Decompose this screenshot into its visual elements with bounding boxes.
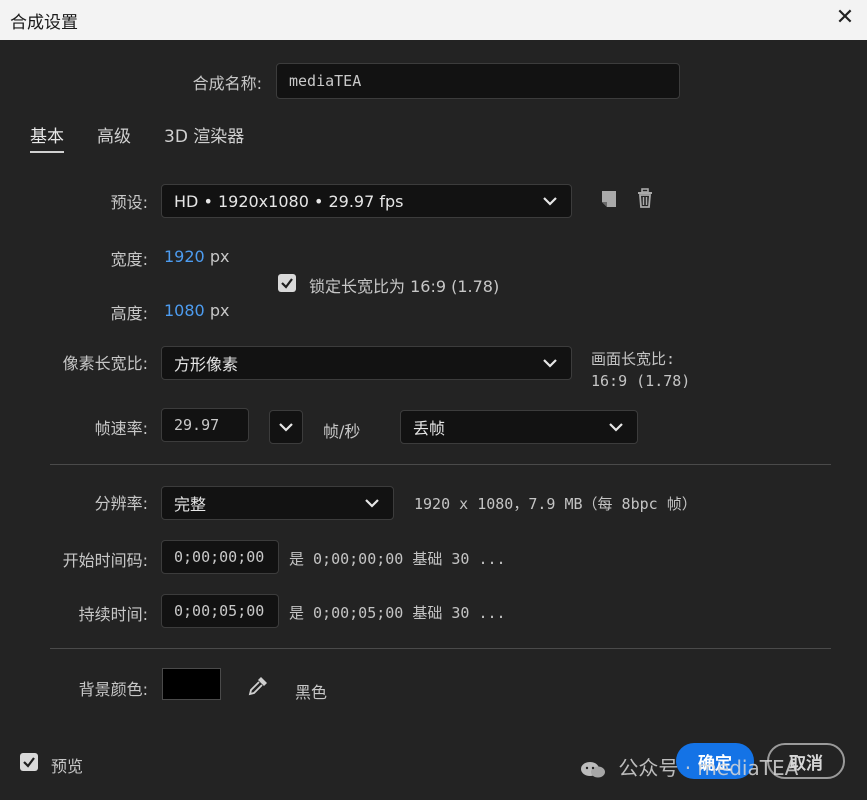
duration-label: 持续时间:	[78, 605, 148, 624]
resolution-dropdown[interactable]: 完整	[161, 486, 394, 520]
pixel-aspect-value: 方形像素	[174, 355, 239, 374]
width-label: 宽度:	[110, 250, 148, 269]
chevron-down-icon	[609, 423, 623, 432]
drop-frame-value: 丢帧	[413, 419, 446, 438]
pixel-aspect-label: 像素长宽比:	[62, 354, 148, 373]
frame-aspect-label: 画面长宽比:	[591, 350, 676, 368]
lock-aspect-checkbox[interactable]	[278, 274, 296, 292]
close-button[interactable]: ✕	[833, 6, 857, 30]
height-field[interactable]: 1080 px	[164, 301, 229, 320]
height-label: 高度:	[110, 304, 148, 323]
chevron-down-icon	[543, 359, 557, 368]
chevron-down-icon	[365, 499, 379, 508]
preset-label: 预设:	[110, 193, 148, 212]
watermark: 公众号 · mediaTEA	[580, 752, 798, 781]
start-timecode-input[interactable]: 0;00;00;00	[161, 540, 279, 574]
drop-frame-dropdown[interactable]: 丢帧	[400, 410, 638, 444]
duration-input[interactable]: 0;00;05;00	[161, 594, 279, 628]
preset-dropdown[interactable]: HD • 1920x1080 • 29.97 fps	[161, 184, 572, 218]
frame-rate-unit: 帧/秒	[323, 422, 361, 441]
width-field[interactable]: 1920 px	[164, 247, 229, 266]
comp-name-label: 合成名称:	[192, 74, 262, 93]
frame-rate-input[interactable]: 29.97	[161, 408, 249, 442]
chevron-down-icon	[543, 197, 557, 206]
height-unit: px	[209, 301, 230, 320]
window-title: 合成设置	[10, 13, 78, 33]
frame-rate-label: 帧速率:	[94, 419, 148, 438]
duration-info: 是 0;00;05;00 基础 30 ...	[289, 604, 506, 622]
frame-aspect-value: 16:9 (1.78)	[591, 372, 691, 390]
divider	[50, 464, 831, 465]
height-value[interactable]: 1080	[164, 301, 205, 320]
lock-aspect-label: 锁定长宽比为 16:9 (1.78)	[309, 277, 500, 296]
comp-name-input[interactable]: mediaTEA	[276, 63, 680, 99]
resolution-info: 1920 x 1080，7.9 MB（每 8bpc 帧）	[414, 495, 697, 513]
watermark-text: 公众号 · mediaTEA	[618, 756, 799, 780]
pixel-aspect-dropdown[interactable]: 方形像素	[161, 346, 572, 380]
checkmark-icon	[23, 757, 35, 768]
width-value[interactable]: 1920	[164, 247, 205, 266]
resolution-value: 完整	[174, 495, 207, 514]
checkmark-icon	[281, 278, 293, 289]
preset-value: HD • 1920x1080 • 29.97 fps	[174, 191, 404, 211]
preview-checkbox[interactable]	[20, 753, 38, 771]
background-color-label: 背景颜色:	[78, 680, 148, 699]
width-unit: px	[209, 247, 230, 266]
tab-3d-renderer[interactable]: 3D 渲染器	[164, 122, 244, 147]
title-bar	[0, 0, 867, 40]
save-preset-icon[interactable]	[598, 188, 620, 210]
divider	[50, 648, 831, 649]
trash-icon[interactable]	[634, 187, 656, 209]
background-color-name: 黑色	[295, 683, 328, 702]
tab-basic[interactable]: 基本	[30, 122, 64, 153]
frame-rate-preset-button[interactable]	[269, 410, 303, 444]
preview-label: 预览	[51, 757, 84, 776]
background-color-swatch[interactable]	[162, 668, 221, 700]
tab-advanced[interactable]: 高级	[97, 122, 131, 147]
start-timecode-label: 开始时间码:	[62, 551, 148, 570]
resolution-label: 分辨率:	[94, 494, 148, 513]
chevron-down-icon	[279, 423, 293, 432]
eyedropper-icon[interactable]	[246, 674, 270, 698]
start-timecode-info: 是 0;00;00;00 基础 30 ...	[289, 550, 506, 568]
wechat-icon	[580, 760, 606, 780]
